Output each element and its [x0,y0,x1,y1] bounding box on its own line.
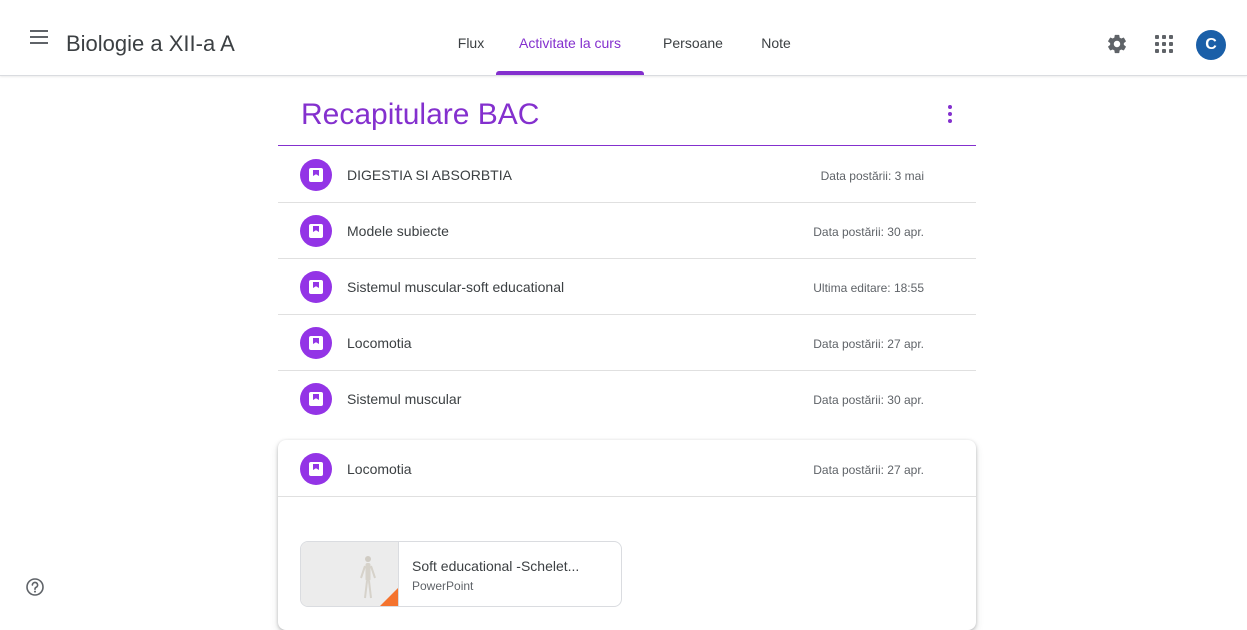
list-item[interactable]: Sistemul muscular Data postării: 30 apr. [278,370,976,426]
attachment-card[interactable]: Soft educational -Schelet... PowerPoint [300,541,622,607]
material-name: Sistemul muscular [347,391,462,407]
question-circle-icon[interactable] [25,577,45,597]
list-item[interactable]: DIGESTIA SI ABSORBTIA Data postării: 3 m… [278,146,976,203]
gear-icon[interactable] [1106,33,1128,55]
book-material-icon [300,271,332,303]
material-date: Data postării: 27 apr. [813,337,924,351]
topic-title: Recapitulare BAC [301,98,540,131]
list-item[interactable]: Locomotia Data postării: 27 apr. [278,314,976,371]
class-title[interactable]: Biologie a XII-a A [66,31,235,57]
material-name: Modele subiecte [347,223,449,239]
book-material-icon [300,453,332,485]
google-apps-grid-icon[interactable] [1155,35,1173,53]
material-date: Data postării: 27 apr. [813,463,924,477]
avatar[interactable]: C [1196,30,1226,60]
book-material-icon [300,159,332,191]
material-name: Sistemul muscular-soft educational [347,279,565,295]
attachment-type: PowerPoint [412,579,474,593]
material-name: DIGESTIA SI ABSORBTIA [347,167,512,183]
material-date: Data postării: 3 mai [820,169,924,183]
tab-flux[interactable]: Flux [448,0,494,75]
vertical-dots-icon[interactable] [940,102,960,126]
book-material-icon [300,327,332,359]
hamburger-menu-icon[interactable] [30,29,50,45]
book-material-icon [300,383,332,415]
book-material-icon [300,215,332,247]
tab-persoane[interactable]: Persoane [656,0,730,75]
material-date: Data postării: 30 apr. [813,393,924,407]
expanded-material-header[interactable]: Locomotia Data postării: 27 apr. [278,440,976,497]
material-name: Locomotia [347,461,412,477]
material-name: Locomotia [347,335,412,351]
tab-activitate-la-curs[interactable]: Activitate la curs [496,0,644,75]
list-item[interactable]: Sistemul muscular-soft educational Ultim… [278,258,976,315]
material-date: Data postării: 30 apr. [813,225,924,239]
attachment-title: Soft educational -Schelet... [412,558,580,574]
top-app-bar: Biologie a XII-a A Flux Activitate la cu… [0,0,1247,76]
material-date: Ultima editare: 18:55 [813,281,924,295]
tab-note[interactable]: Note [756,0,796,75]
expanded-material-card: Locomotia Data postării: 27 apr. Soft ed… [278,440,976,630]
attachment-thumbnail [301,542,399,606]
list-item[interactable]: Modele subiecte Data postării: 30 apr. [278,202,976,259]
